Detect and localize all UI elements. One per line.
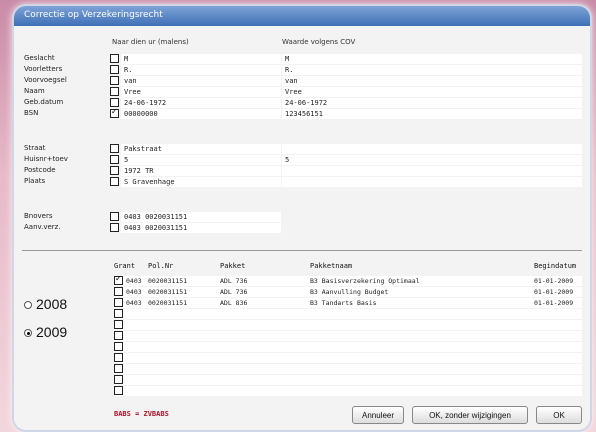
- row-checkbox[interactable]: [114, 353, 123, 362]
- table-row[interactable]: [114, 353, 582, 363]
- table-cell-naam: B3 Aanvulling Budget: [310, 288, 389, 296]
- col-polnr-header: Pol.Nr: [148, 262, 174, 270]
- col-pakket-header: Pakket: [220, 262, 246, 270]
- address-field-checkbox[interactable]: [110, 166, 119, 175]
- row-checkbox[interactable]: [114, 386, 123, 395]
- column-header-left: Naar dien ur (malens): [112, 38, 189, 46]
- person-field-value[interactable]: van: [121, 76, 281, 86]
- person-field-cov-value: Vree: [282, 87, 582, 97]
- person-field-cov-value: M: [282, 54, 582, 64]
- row-checkbox[interactable]: [114, 274, 123, 285]
- account-checkbox[interactable]: [110, 212, 119, 221]
- column-header-right: Waarde volgens COV: [282, 38, 356, 46]
- table-row[interactable]: [114, 309, 582, 319]
- table-cell-datum: 01-01-2009: [534, 299, 574, 307]
- person-field-cov-value: van: [282, 76, 582, 86]
- person-field-value[interactable]: 00000000: [121, 109, 281, 119]
- year-2008-label: 2008: [36, 296, 68, 312]
- title-bar: Correctie op Verzekeringsrecht: [14, 6, 590, 26]
- person-field-checkbox[interactable]: [110, 76, 119, 85]
- table-row[interactable]: [114, 331, 582, 341]
- table-cell-grant: 0403: [126, 299, 142, 307]
- row-checkbox[interactable]: [114, 287, 123, 296]
- table-row[interactable]: [114, 375, 582, 385]
- correction-window: Correctie op Verzekeringsrecht Naar dien…: [12, 4, 592, 432]
- cancel-button[interactable]: Annuleer: [352, 406, 404, 424]
- account-label: Aanv.verz.: [24, 223, 61, 231]
- address-field-value[interactable]: S Gravenhage: [121, 177, 281, 187]
- table-cell-grant: 0403: [126, 288, 142, 296]
- row-checkbox[interactable]: [114, 364, 123, 373]
- table-cell-pakket: ADL 736: [220, 277, 248, 285]
- table-cell-grant: 0403: [126, 277, 142, 285]
- row-checkbox[interactable]: [114, 298, 123, 307]
- person-field-value[interactable]: M: [121, 54, 281, 64]
- account-label: Bnovers: [24, 212, 53, 220]
- address-field-label: Plaats: [24, 177, 46, 185]
- table-cell-pakket: ADL 836: [220, 299, 248, 307]
- table-cell-datum: 01-01-2009: [534, 277, 574, 285]
- person-field-label: Geslacht: [24, 54, 55, 62]
- table-cell-polnr: 0020031151: [148, 299, 188, 307]
- table-cell-datum: 01-01-2009: [534, 288, 574, 296]
- account-checkbox[interactable]: [110, 223, 119, 232]
- person-field-cov-value: 24-06-1972: [282, 98, 582, 108]
- person-field-checkbox[interactable]: [110, 65, 119, 74]
- section-divider: [22, 250, 582, 251]
- person-field-label: Voorletters: [24, 65, 63, 73]
- row-checkbox[interactable]: [114, 309, 123, 318]
- person-field-checkbox[interactable]: [110, 87, 119, 96]
- person-field-label: Voorvoegsel: [24, 76, 67, 84]
- address-field-checkbox[interactable]: [110, 144, 119, 153]
- person-field-checkbox[interactable]: [110, 107, 119, 118]
- table-cell-naam: B3 Basisverzekering Optimaal: [310, 277, 420, 285]
- footer-note: BABS = ZVBABS: [114, 410, 169, 418]
- row-checkbox[interactable]: [114, 375, 123, 384]
- address-field-cov-value: 5: [282, 155, 582, 165]
- table-cell-naam: B3 Tandarts Basis: [310, 299, 377, 307]
- col-begindatum-header: Begindatum: [534, 262, 577, 270]
- table-row[interactable]: [114, 320, 582, 330]
- account-value: 0403 0020031151: [121, 212, 281, 222]
- year-2008-radio[interactable]: [24, 301, 32, 309]
- person-field-value[interactable]: Vree: [121, 87, 281, 97]
- address-field-value[interactable]: 5: [121, 155, 281, 165]
- address-field-label: Huisnr+toev: [24, 155, 68, 163]
- address-field-value[interactable]: 1972 TR: [121, 166, 281, 176]
- row-checkbox[interactable]: [114, 342, 123, 351]
- address-field-checkbox[interactable]: [110, 155, 119, 164]
- account-value: 0403 0020031151: [121, 223, 281, 233]
- table-cell-polnr: 0020031151: [148, 288, 188, 296]
- ok-no-changes-button[interactable]: OK, zonder wijzigingen: [412, 406, 528, 424]
- row-checkbox[interactable]: [114, 331, 123, 340]
- person-field-label: Geb.datum: [24, 98, 64, 106]
- table-cell-polnr: 0020031151: [148, 277, 188, 285]
- address-field-label: Straat: [24, 144, 46, 152]
- col-pakketnaam-header: Pakketnaam: [310, 262, 353, 270]
- col-grant-header: Grant: [114, 262, 136, 270]
- window-title: Correctie op Verzekeringsrecht: [24, 10, 163, 20]
- address-field-cov-value: [282, 144, 582, 154]
- table-cell-pakket: ADL 736: [220, 288, 248, 296]
- person-field-checkbox[interactable]: [110, 54, 119, 63]
- ok-button[interactable]: OK: [536, 406, 582, 424]
- address-field-cov-value: [282, 177, 582, 187]
- table-row[interactable]: [114, 386, 582, 396]
- address-field-cov-value: [282, 166, 582, 176]
- person-field-label: BSN: [24, 109, 39, 117]
- table-row[interactable]: [114, 364, 582, 374]
- year-2009-label: 2009: [36, 324, 68, 340]
- address-field-label: Postcode: [24, 166, 56, 174]
- person-field-label: Naam: [24, 87, 45, 95]
- row-checkbox[interactable]: [114, 320, 123, 329]
- person-field-checkbox[interactable]: [110, 98, 119, 107]
- address-field-value[interactable]: Pakstraat: [121, 144, 281, 154]
- table-row[interactable]: [114, 342, 582, 352]
- person-field-cov-value: R.: [282, 65, 582, 75]
- person-field-cov-value: 123456151: [282, 109, 582, 119]
- address-field-checkbox[interactable]: [110, 177, 119, 186]
- year-2009-radio[interactable]: [24, 329, 32, 337]
- person-field-value[interactable]: 24-06-1972: [121, 98, 281, 108]
- person-field-value[interactable]: R.: [121, 65, 281, 75]
